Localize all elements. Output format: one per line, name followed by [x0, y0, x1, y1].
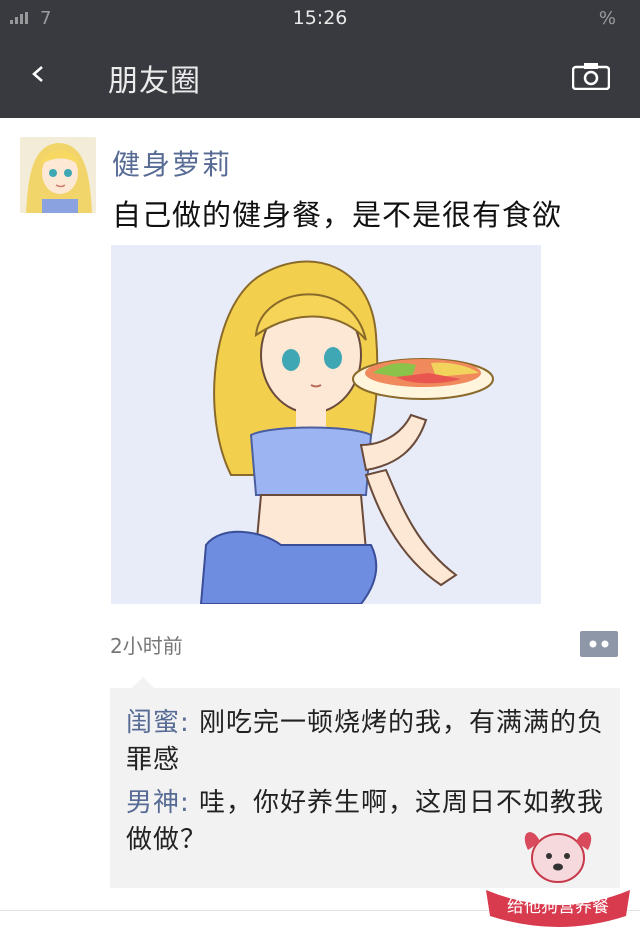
post-timestamp: 2小时前: [110, 634, 183, 658]
page-title: 朋友圈: [108, 64, 201, 99]
comment-separator: :: [180, 708, 200, 738]
post-username[interactable]: 健身萝莉: [112, 143, 232, 183]
comment-menu-icon[interactable]: [580, 631, 618, 657]
watermark-logo: 给他狗营养餐: [478, 820, 638, 932]
post-text: 自己做的健身餐，是不是很有食欲: [112, 198, 563, 232]
post-image[interactable]: [111, 245, 541, 604]
battery-percent: %: [598, 8, 616, 29]
comment-item: 闺蜜: 刚吃完一顿烧烤的我，有满满的负罪感: [126, 705, 611, 779]
status-bar: 7 15:26 %: [0, 0, 640, 36]
nav-bar: 朋友圈: [0, 36, 640, 118]
watermark-text: 给他狗营养餐: [507, 897, 609, 917]
comment-separator: :: [180, 788, 200, 818]
comment-author[interactable]: 闺蜜: [126, 708, 180, 738]
back-chevron-icon[interactable]: [30, 66, 46, 82]
status-time: 15:26: [292, 7, 348, 29]
comment-author[interactable]: 男神: [126, 788, 180, 818]
avatar[interactable]: [20, 137, 96, 213]
camera-icon[interactable]: [572, 62, 610, 90]
